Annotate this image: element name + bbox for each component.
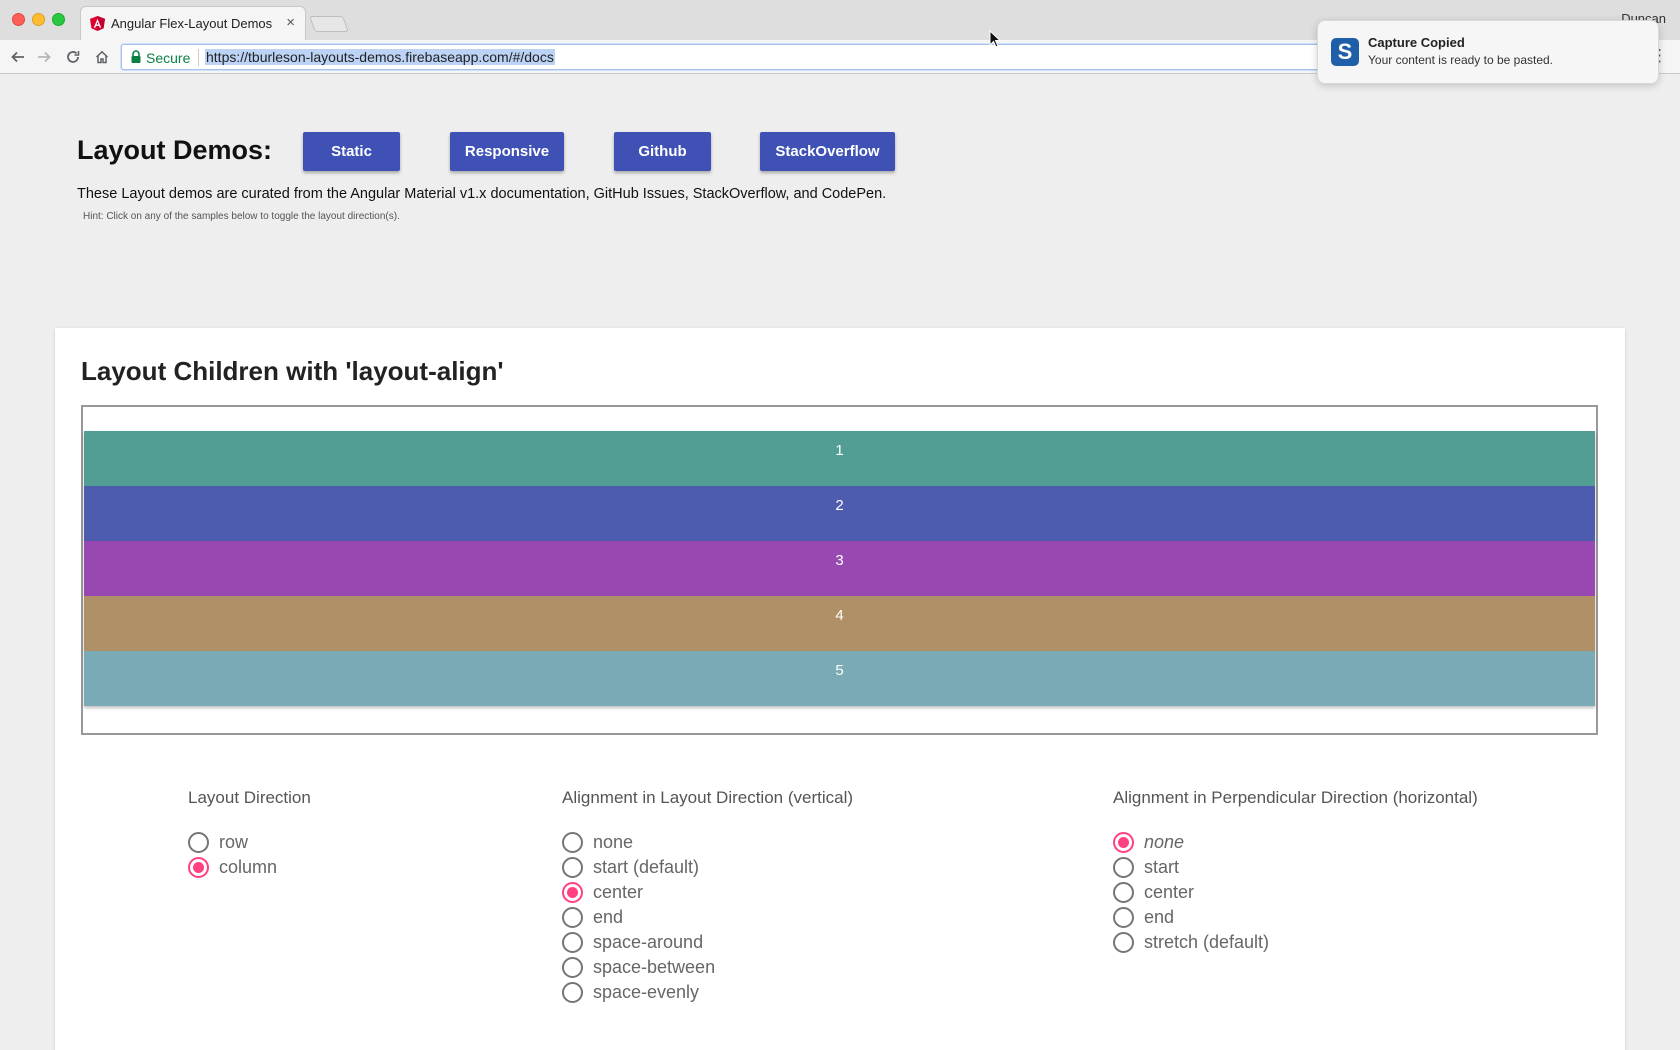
main-axis-alignment-title: Alignment in Layout Direction (vertical) [562, 788, 854, 807]
tab-title: Angular Flex-Layout Demos [111, 16, 273, 31]
radio-label: space-evenly [593, 982, 700, 1002]
block-label: 3 [835, 552, 844, 569]
radio-button[interactable] [188, 857, 209, 878]
layout-demo-container[interactable]: 1 2 3 4 5 [81, 405, 1598, 735]
block-label: 4 [835, 607, 844, 624]
address-separator [198, 49, 199, 66]
layout-block-1[interactable]: 1 [84, 431, 1595, 486]
radio-option-main-axis-none[interactable]: none [562, 830, 853, 855]
radio-option-cross-axis-none[interactable]: none [1113, 830, 1478, 855]
secure-label: Secure [146, 50, 191, 66]
app-logo-icon: S [1331, 38, 1359, 66]
radio-label: end [593, 907, 624, 927]
block-label: 5 [835, 662, 844, 679]
github-button[interactable]: Github [614, 132, 711, 171]
radio-button[interactable] [562, 932, 583, 953]
radio-button[interactable] [562, 882, 583, 903]
radio-label: end [1144, 907, 1175, 927]
radio-button[interactable] [562, 957, 583, 978]
radio-option-main-axis-space-around[interactable]: space-around [562, 930, 853, 955]
back-arrow-icon[interactable] [7, 46, 29, 68]
page-title: Layout Demos: [77, 135, 273, 165]
home-icon[interactable] [91, 46, 113, 68]
maximize-window-button[interactable] [52, 13, 65, 26]
close-window-button[interactable] [12, 13, 25, 26]
intro-text: These Layout demos are curated from the … [77, 186, 887, 202]
block-label: 2 [835, 497, 844, 514]
radio-button[interactable] [1113, 832, 1134, 853]
radio-button[interactable] [1113, 857, 1134, 878]
radio-option-main-axis-center[interactable]: center [562, 880, 853, 905]
radio-option-main-axis-space-between[interactable]: space-between [562, 955, 853, 980]
radio-option-main-axis-end[interactable]: end [562, 905, 853, 930]
radio-button[interactable] [1113, 932, 1134, 953]
radio-label: none [1144, 832, 1185, 852]
layout-block-4[interactable]: 4 [84, 596, 1595, 651]
reload-icon[interactable] [62, 46, 84, 68]
notification-message: Your content is ready to be pasted. [1368, 53, 1554, 67]
radio-option-direction-column[interactable]: column [188, 855, 311, 880]
tab-close-icon[interactable]: × [286, 14, 295, 31]
cross-axis-alignment-title: Alignment in Perpendicular Direction (ho… [1113, 788, 1478, 807]
responsive-button[interactable]: Responsive [450, 132, 564, 171]
browser-tab[interactable]: Angular Flex-Layout Demos × [80, 6, 306, 40]
layout-block-5[interactable]: 5 [84, 651, 1595, 706]
layout-block-2[interactable]: 2 [84, 486, 1595, 541]
url-text[interactable]: https://tburleson-layouts-demos.firebase… [205, 49, 555, 65]
capture-notification[interactable]: S Capture Copied Your content is ready t… [1317, 20, 1659, 84]
radio-label: space-between [593, 957, 716, 977]
radio-button[interactable] [562, 832, 583, 853]
radio-label: space-around [593, 932, 704, 952]
radio-option-main-axis-start[interactable]: start (default) [562, 855, 853, 880]
main-axis-alignment-group: Alignment in Layout Direction (vertical)… [562, 788, 853, 1005]
radio-label: center [1144, 882, 1195, 902]
forward-arrow-icon[interactable] [33, 46, 55, 68]
static-button[interactable]: Static [303, 132, 400, 171]
radio-button[interactable] [562, 857, 583, 878]
radio-label: center [593, 882, 644, 902]
radio-label: start [1144, 857, 1180, 877]
lock-icon [131, 50, 141, 63]
layout-direction-title: Layout Direction [188, 788, 311, 807]
radio-button[interactable] [562, 907, 583, 928]
radio-option-direction-row[interactable]: row [188, 830, 311, 855]
cross-axis-alignment-group: Alignment in Perpendicular Direction (ho… [1113, 788, 1478, 955]
new-tab-button[interactable] [309, 16, 349, 32]
radio-label: start (default) [593, 857, 700, 877]
radio-button[interactable] [188, 832, 209, 853]
mouse-pointer-icon [989, 30, 1001, 48]
minimize-window-button[interactable] [32, 13, 45, 26]
layout-block-3[interactable]: 3 [84, 541, 1595, 596]
block-label: 1 [835, 442, 844, 459]
radio-label: row [219, 832, 249, 852]
radio-button[interactable] [1113, 907, 1134, 928]
radio-button[interactable] [1113, 882, 1134, 903]
demo-card: Layout Children with 'layout-align' 1 2 … [55, 328, 1625, 1050]
radio-label: none [593, 832, 634, 852]
radio-option-cross-axis-end[interactable]: end [1113, 905, 1478, 930]
radio-button[interactable] [562, 982, 583, 1003]
radio-option-cross-axis-stretch[interactable]: stretch (default) [1113, 930, 1478, 955]
angular-logo-icon [90, 16, 105, 31]
radio-option-cross-axis-start[interactable]: start [1113, 855, 1478, 880]
notification-title: Capture Copied [1368, 35, 1465, 50]
layout-direction-group: Layout Direction row column [188, 788, 311, 880]
radio-option-cross-axis-center[interactable]: center [1113, 880, 1478, 905]
card-title: Layout Children with 'layout-align' [81, 356, 504, 386]
radio-label: stretch (default) [1144, 932, 1270, 952]
stackoverflow-button[interactable]: StackOverflow [760, 132, 895, 171]
radio-label: column [219, 857, 278, 877]
hint-text: Hint: Click on any of the samples below … [83, 211, 400, 222]
radio-option-main-axis-space-evenly[interactable]: space-evenly [562, 980, 853, 1005]
